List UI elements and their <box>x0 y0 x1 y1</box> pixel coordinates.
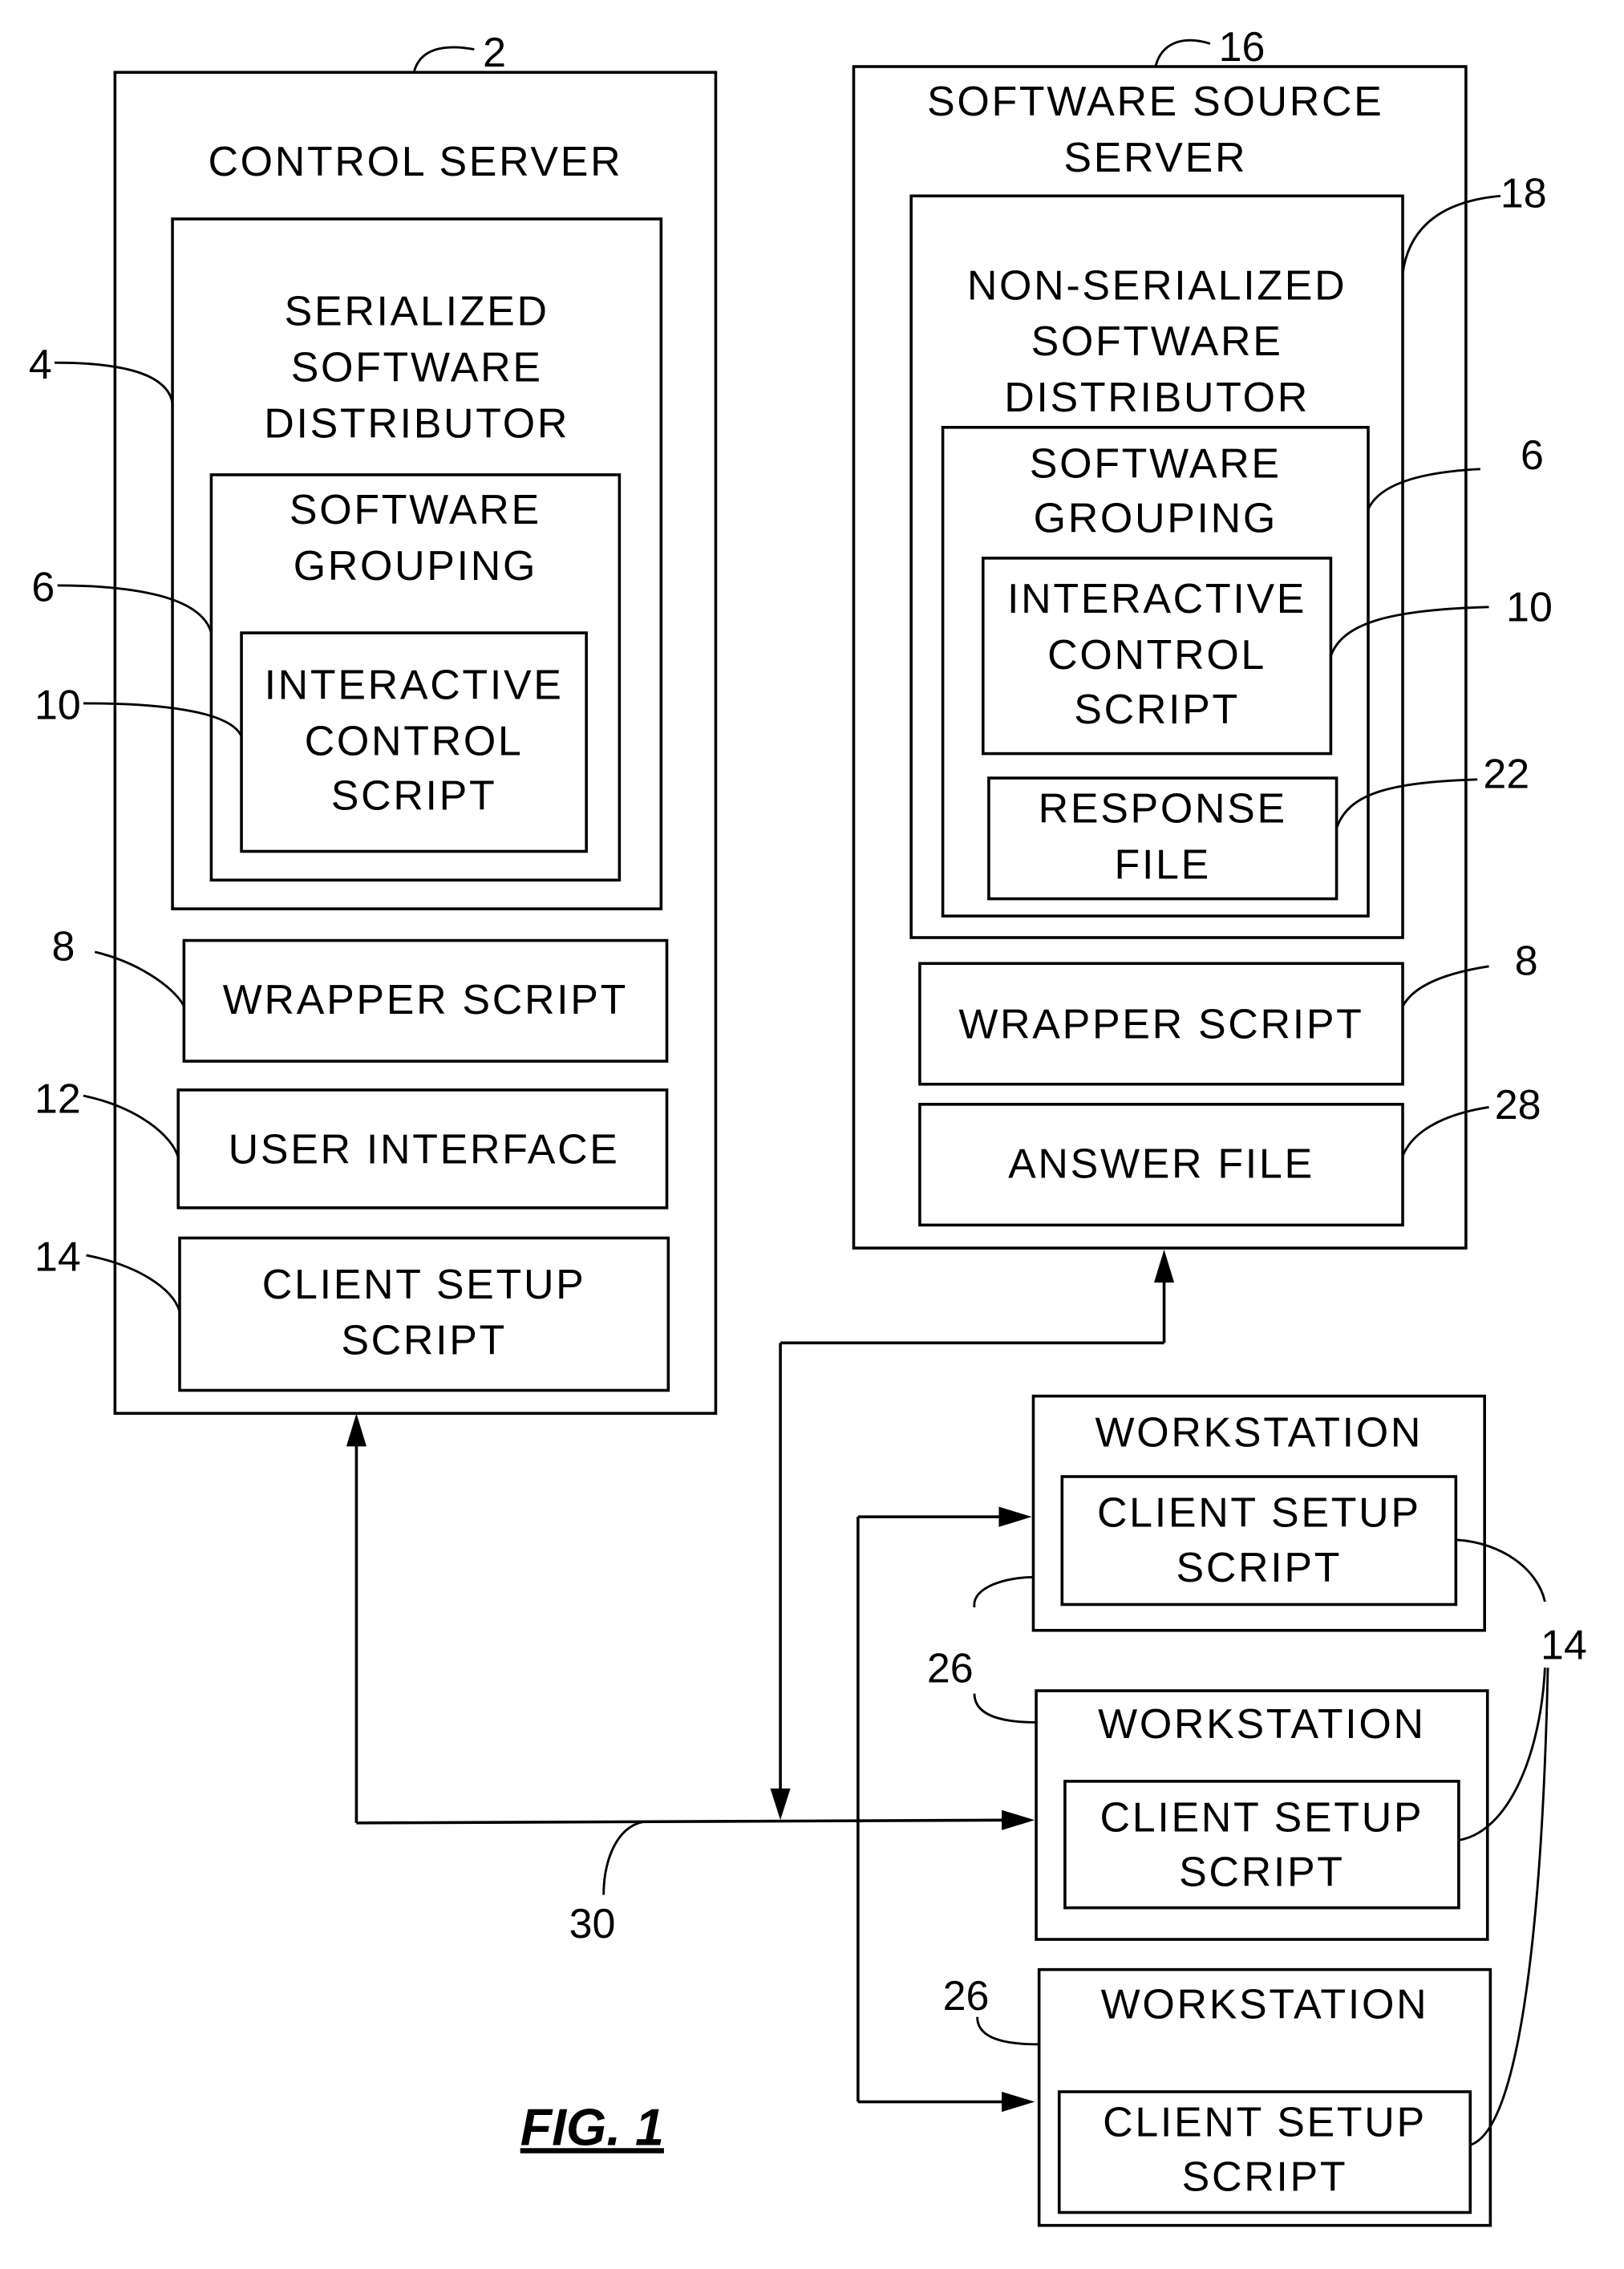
ref-18: 18 <box>1500 171 1547 217</box>
arrow-to-workstation-2 <box>1002 1809 1035 1830</box>
cs-software-grouping-line-2: GROUPING <box>294 543 537 590</box>
ref-30: 30 <box>569 1901 616 1947</box>
ss-software-grouping-line-2: GROUPING <box>1034 496 1278 542</box>
workstation-2: WORKSTATION CLIENT SETUP SCRIPT <box>1035 1689 1489 1941</box>
ss-software-grouping-line-1: SOFTWARE <box>1030 441 1282 488</box>
ref-26-upper: 26 <box>927 1645 974 1692</box>
cs-ics-line-2: CONTROL <box>305 718 524 764</box>
source-server-title-line-1: SOFTWARE SOURCE <box>927 79 1384 125</box>
ref-leader-26-b <box>973 1693 1037 1724</box>
ref-4: 4 <box>29 342 52 388</box>
ss-ics-line-2: CONTROL <box>1047 632 1266 679</box>
cs-client-setup-line-1: CLIENT SETUP <box>262 1262 586 1308</box>
ref-leader-26-a <box>973 1576 1034 1608</box>
workstation-3: WORKSTATION CLIENT SETUP SCRIPT <box>1037 1967 1492 2227</box>
ref-10-left: 10 <box>34 683 81 729</box>
cs-user-interface-label: USER INTERFACE <box>229 1126 620 1173</box>
ss-wrapper-script-label: WRAPPER SCRIPT <box>958 1001 1363 1047</box>
ref-leader-30 <box>602 1820 647 1895</box>
ref-26-lower: 26 <box>943 1973 990 2020</box>
ref-22: 22 <box>1483 752 1529 798</box>
workstation-3-script-line-2: SCRIPT <box>1182 2154 1348 2201</box>
non-serialized-distributor-line-2: SOFTWARE <box>1031 318 1283 365</box>
ref-leader-16 <box>1154 38 1211 67</box>
ref-6-right: 6 <box>1521 432 1544 479</box>
workstation-2-script-line-1: CLIENT SETUP <box>1100 1795 1424 1842</box>
response-file-line-1: RESPONSE <box>1039 786 1287 833</box>
ref-6-left: 6 <box>31 565 55 611</box>
arrow-to-source-server <box>1154 1249 1175 1283</box>
serialized-distributor-line-3: DISTRIBUTOR <box>264 400 569 447</box>
workstation-2-title: WORKSTATION <box>1098 1701 1426 1748</box>
ref-leader-2 <box>412 46 475 73</box>
control-server-title: CONTROL SERVER <box>208 139 622 185</box>
source-server-title-line-2: SERVER <box>1063 135 1247 181</box>
serialized-distributor-line-2: SOFTWARE <box>291 344 543 391</box>
ref-16: 16 <box>1219 24 1266 71</box>
ss-ics-line-3: SCRIPT <box>1074 687 1240 733</box>
non-serialized-distributor-line-3: DISTRIBUTOR <box>1004 375 1310 421</box>
serialized-distributor-line-1: SERIALIZED <box>285 289 549 335</box>
ss-ics-line-1: INTERACTIVE <box>1007 576 1306 622</box>
ref-2: 2 <box>483 30 506 76</box>
non-serialized-distributor-line-1: NON-SERIALIZED <box>967 262 1347 309</box>
response-file-line-2: FILE <box>1115 842 1211 889</box>
workstation-1: WORKSTATION CLIENT SETUP SCRIPT <box>1031 1394 1486 1632</box>
workstation-1-script-line-2: SCRIPT <box>1176 1545 1343 1591</box>
workstation-1-script-line-1: CLIENT SETUP <box>1097 1490 1421 1537</box>
workstation-1-title: WORKSTATION <box>1095 1409 1424 1456</box>
arrow-to-workstation-1 <box>998 1506 1032 1527</box>
network-bus <box>356 1818 1010 1825</box>
arrow-to-control-server <box>346 1413 367 1447</box>
control-server: 2 CONTROL SERVER SERIALIZED SOFTWARE DIS… <box>29 30 718 1415</box>
workstation-3-title: WORKSTATION <box>1101 1982 1429 2028</box>
cs-software-grouping-line-1: SOFTWARE <box>290 487 541 533</box>
ref-leader-26-c <box>976 2016 1039 2046</box>
patent-diagram: 2 CONTROL SERVER SERIALIZED SOFTWARE DIS… <box>29 24 1587 2227</box>
cs-ics-line-1: INTERACTIVE <box>265 662 564 709</box>
ref-10-right: 10 <box>1506 585 1553 631</box>
workstation-2-script-line-2: SCRIPT <box>1179 1850 1345 1896</box>
arrow-to-bus <box>770 1788 791 1821</box>
cs-client-setup-line-2: SCRIPT <box>341 1318 507 1364</box>
ref-28: 28 <box>1495 1082 1541 1128</box>
cs-ics-line-3: SCRIPT <box>331 773 497 820</box>
cs-wrapper-script-label: WRAPPER SCRIPT <box>223 977 628 1023</box>
ref-8-left: 8 <box>52 924 75 970</box>
workstation-3-script-line-1: CLIENT SETUP <box>1103 2100 1427 2146</box>
ref-8-right: 8 <box>1515 938 1538 985</box>
figure-label: FIG. 1 <box>520 2098 664 2156</box>
arrow-to-workstation-3 <box>1002 2091 1035 2113</box>
ref-12: 12 <box>34 1076 81 1123</box>
answer-file-label: ANSWER FILE <box>1008 1141 1314 1187</box>
software-source-server: 16 SOFTWARE SOURCE SERVER NON-SERIALIZED… <box>852 24 1553 1250</box>
ref-14-left: 14 <box>34 1234 81 1281</box>
ref-14-right: 14 <box>1541 1623 1587 1669</box>
